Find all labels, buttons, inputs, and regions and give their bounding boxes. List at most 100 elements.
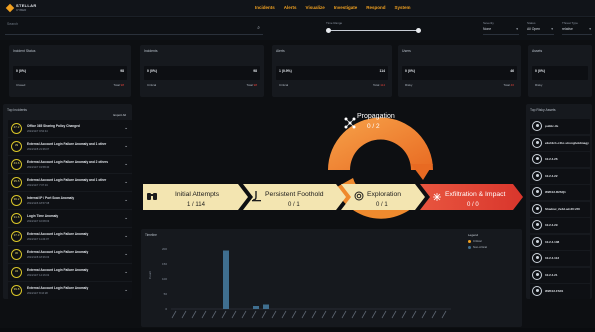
stat-main-total: 114 — [379, 69, 385, 73]
stage-exfiltration-impact[interactable]: Exfiltration & Impact 0 / 0 — [420, 184, 523, 210]
nav-incidents[interactable]: Incidents — [255, 5, 275, 13]
chevron-down-icon[interactable]: ⌄ — [124, 161, 128, 167]
x-tick-mark — [331, 310, 337, 319]
asset-list-item[interactable]: Shadow_2e4d-ad-20:c50 — [530, 201, 590, 217]
asset-list-item[interactable]: public-tls — [530, 119, 590, 134]
stage-persistent-foothold[interactable]: Persistent Foothold 0 / 1 — [243, 184, 346, 210]
time-range-start-handle[interactable] — [326, 28, 331, 33]
stat-main: 0 (0%) — [532, 66, 588, 80]
network-icon — [344, 117, 356, 129]
timeline-bar[interactable] — [263, 304, 269, 310]
incident-list-item[interactable]: 36.2 Internal IP / Port Scan Anomaly 2024/… — [8, 192, 132, 209]
incident-list-item[interactable]: 39 External Account Login Failure Anomaly… — [8, 138, 132, 155]
assets-card[interactable]: Assets 0 (0%) Risky — [528, 45, 592, 97]
asset-name: 10.2.4.26 — [545, 157, 558, 161]
incident-list-item[interactable]: 32 External Account Login Failure Anomaly… — [8, 264, 132, 281]
incident-date: 2024/11/7 11:24:07 — [27, 238, 49, 241]
stat-main: 0 (0%) 46 — [402, 66, 517, 80]
main-nav: Incidents Alerts Visualize Investigate R… — [255, 5, 411, 13]
nav-system[interactable]: System — [395, 5, 411, 13]
incident-title: Office 365 Sharing Policy Changed — [27, 124, 80, 128]
incident-date: 2024/11/7 8:16:28 — [27, 292, 48, 295]
nav-investigate[interactable]: Investigate — [334, 5, 358, 13]
x-tick-mark — [171, 310, 177, 319]
stage-exploration[interactable]: Exploration 0 / 1 — [341, 184, 425, 210]
chevron-down-icon[interactable]: ⌄ — [124, 125, 128, 131]
card-title: Assets — [532, 49, 543, 53]
timeline-bar[interactable] — [253, 306, 259, 309]
incidents-card[interactable]: Incidents 0 (0%) 98 Critical Total 98 — [140, 45, 264, 97]
nav-alerts[interactable]: Alerts — [284, 5, 297, 13]
severity-select[interactable]: Severity None ▾ — [483, 21, 519, 35]
app-logo[interactable]: STELLAR CYBER — [5, 3, 49, 14]
stat-main-value: 0 (0%) — [16, 69, 26, 73]
timeline-bar[interactable] — [223, 250, 229, 310]
risk-score-badge: 35.5 — [11, 177, 22, 188]
asset-list-item[interactable]: 10.2.4.22 — [530, 168, 590, 184]
asset-list-item[interactable]: W2K12-FS01 — [530, 284, 590, 299]
stat-main-total: 98 — [253, 69, 257, 73]
chevron-down-icon[interactable]: ⌄ — [124, 143, 128, 149]
incident-date: 2024/11/8 18:36:03 — [27, 256, 50, 259]
x-tick-mark — [261, 310, 267, 319]
incident-list-item[interactable]: 43.6 External Account Login Failure Anoma… — [8, 156, 132, 173]
incident-date: 2024/11/7 10:08:03 — [27, 220, 50, 223]
x-tick-mark — [391, 310, 397, 319]
stat-sub-label: Risky — [405, 83, 413, 87]
timeline-chart[interactable]: 0 50 100 150 200 Count — [141, 229, 522, 327]
stat-sub: Critical Total 98 — [144, 83, 260, 89]
asset-name: public-tls — [545, 124, 559, 128]
asset-list-item[interactable]: 10.2.4.29 — [530, 218, 590, 233]
chevron-down-icon[interactable]: ⌄ — [124, 179, 128, 185]
nav-visualize[interactable]: Visualize — [306, 5, 325, 13]
chevron-down-icon[interactable]: ⌄ — [124, 269, 128, 275]
stat-sub: Closed Total 98 — [13, 83, 127, 89]
incident-list-item[interactable]: 39.8 External Account Login Failure Anoma… — [8, 282, 132, 299]
chevron-down-icon[interactable]: ⌄ — [124, 287, 128, 293]
x-tick-mark — [441, 310, 447, 319]
export-all-button[interactable]: Export All — [113, 113, 126, 117]
incident-list-item[interactable]: 30 External Account Login Failure Anomaly… — [8, 246, 132, 263]
asset-name: e2e12c1-c41c-strongholdmagyar — [545, 140, 589, 145]
filter-bar: Search ⌕ Time Range Severity None ▾ Stat… — [0, 18, 595, 40]
incident-title: Login Time Anomaly — [27, 214, 59, 218]
asset-list-item[interactable]: e2e12c1-c41c-strongholdmagyar — [530, 135, 590, 151]
incident-status-card[interactable]: Incident Status 0 (0%) 98 Closed Total 9… — [9, 45, 131, 97]
stat-sub-total: Total 114 — [373, 83, 385, 87]
incident-list-item[interactable]: 47.2 Office 365 Sharing Policy Changed 202… — [8, 120, 132, 137]
incident-list-item[interactable]: 31.6 Login Time Anomaly 2024/11/7 10:08:03… — [8, 210, 132, 227]
chevron-down-icon[interactable]: ⌄ — [124, 215, 128, 221]
nav-respond[interactable]: Respond — [366, 5, 385, 13]
x-tick-mark — [221, 310, 227, 319]
users-card[interactable]: Users 0 (0%) 46 Risky Total 46 — [398, 45, 521, 97]
asset-list-item[interactable]: W2K12-R2SQ1 — [530, 185, 590, 200]
asset-list-item[interactable]: 10.2.4.108 — [530, 234, 590, 250]
time-range-slider[interactable]: Time Range — [326, 21, 422, 35]
y-tick-label: 200 — [162, 247, 167, 251]
status-select[interactable]: Status All Open ▾ — [527, 21, 554, 35]
stat-sub: Risky — [532, 83, 588, 89]
incident-list-item[interactable]: 37.3 External Account Login Failure Anoma… — [8, 228, 132, 245]
search-icon[interactable]: ⌕ — [257, 25, 260, 31]
asset-avatar-icon — [532, 121, 542, 131]
stage-initial-attempts[interactable]: Initial Attempts 1 / 114 — [143, 184, 248, 210]
chevron-down-icon[interactable]: ⌄ — [124, 233, 128, 239]
asset-avatar-icon — [532, 137, 542, 148]
x-tick-mark — [341, 310, 347, 319]
alerts-card[interactable]: Alerts 1 (0.9%) 114 Critical Total 114 — [272, 45, 392, 97]
chevron-down-icon[interactable]: ⌄ — [124, 197, 128, 203]
stage-value: 0 / 1 — [288, 202, 300, 208]
stat-main: 0 (0%) 98 — [13, 66, 127, 80]
y-tick-label: 0 — [165, 307, 167, 311]
time-range-track[interactable] — [328, 30, 420, 31]
search-input[interactable]: Search ⌕ — [5, 21, 263, 35]
threat-type-select[interactable]: Threat Type relative ▾ — [562, 21, 592, 35]
asset-list-item[interactable]: 10.2.4.113 — [530, 251, 590, 266]
x-tick-mark — [411, 310, 417, 319]
asset-list-item[interactable]: 10.2.4.26 — [530, 152, 590, 167]
chevron-down-icon[interactable]: ⌄ — [124, 251, 128, 257]
asset-avatar-icon — [532, 220, 542, 230]
incident-list-item[interactable]: 35.5 External Account Login Failure Anoma… — [8, 174, 132, 191]
asset-list-item[interactable]: 10.2.4.21 — [530, 267, 590, 283]
time-range-end-handle[interactable] — [416, 28, 421, 33]
